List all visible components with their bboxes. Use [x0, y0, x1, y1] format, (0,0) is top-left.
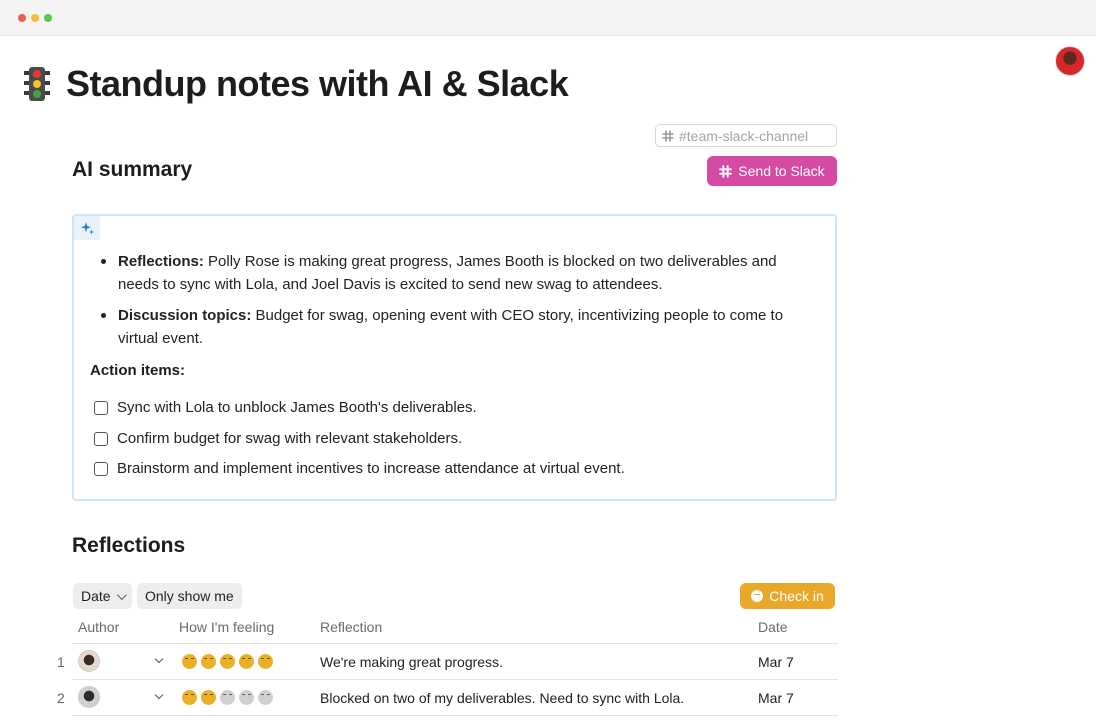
sparkle-icon[interactable]	[74, 216, 100, 240]
minimize-window-button[interactable]	[31, 14, 39, 22]
chevron-down-icon[interactable]	[154, 654, 164, 664]
bullet-label: Discussion topics:	[118, 307, 252, 324]
row-number: 1	[57, 654, 65, 670]
column-header-reflection[interactable]: Reflection	[320, 619, 382, 635]
traffic-light-icon	[24, 67, 50, 101]
action-item: Brainstorm and implement incentives to i…	[94, 460, 625, 477]
feeling-rating	[182, 690, 273, 705]
ai-summary-heading: AI summary	[72, 158, 193, 181]
check-in-button[interactable]: Check in	[740, 583, 835, 609]
action-item-text: Brainstorm and implement incentives to i…	[117, 460, 625, 477]
user-avatar[interactable]	[1055, 46, 1085, 76]
chevron-down-icon	[116, 589, 127, 600]
author-avatar[interactable]	[78, 686, 100, 708]
slack-icon	[719, 164, 733, 178]
slack-channel-placeholder: #team-slack-channel	[679, 127, 809, 144]
feeling-face-icon[interactable]	[220, 690, 235, 705]
action-item-text: Confirm budget for swag with relevant st…	[117, 430, 463, 447]
action-checkbox[interactable]	[94, 461, 108, 476]
date-filter-label: Date	[81, 588, 111, 604]
feeling-face-icon[interactable]	[258, 690, 273, 705]
column-header-feeling[interactable]: How I'm feeling	[179, 619, 274, 635]
summary-bullet: Discussion topics: Budget for swag, open…	[98, 304, 818, 350]
send-to-slack-button[interactable]: Send to Slack	[707, 156, 837, 186]
feeling-rating	[182, 654, 273, 669]
bullet-label: Reflections:	[118, 253, 204, 270]
reflections-heading: Reflections	[72, 534, 186, 557]
only-show-me-filter[interactable]: Only show me	[137, 583, 242, 609]
feeling-face-icon[interactable]	[182, 654, 197, 669]
action-checkbox[interactable]	[94, 431, 108, 446]
feeling-face-icon[interactable]	[201, 690, 216, 705]
date-filter-button[interactable]: Date	[73, 583, 132, 609]
action-item-text: Sync with Lola to unblock James Booth's …	[117, 399, 477, 416]
table-divider	[72, 643, 838, 644]
table-divider	[72, 679, 838, 680]
chevron-down-icon[interactable]	[154, 690, 164, 700]
bullet-text: Polly Rose is making great progress, Jam…	[118, 253, 777, 293]
reflection-text: We're making great progress.	[320, 654, 503, 670]
feeling-face-icon[interactable]	[239, 654, 254, 669]
table-divider	[72, 715, 838, 716]
ai-summary-box: Reflections: Polly Rose is making great …	[72, 214, 837, 501]
feeling-face-icon[interactable]	[220, 654, 235, 669]
reflection-date: Mar 7	[758, 690, 794, 706]
slack-icon	[662, 129, 674, 142]
action-checkbox[interactable]	[94, 400, 108, 415]
send-to-slack-label: Send to Slack	[738, 163, 825, 179]
window-titlebar	[0, 0, 1096, 36]
reflection-text: Blocked on two of my deliverables. Need …	[320, 690, 685, 706]
author-avatar[interactable]	[78, 650, 100, 672]
action-items-heading: Action items:	[90, 362, 186, 379]
column-header-author[interactable]: Author	[78, 619, 119, 635]
smiley-icon	[751, 590, 764, 602]
reflection-date: Mar 7	[758, 654, 794, 670]
row-number: 2	[57, 690, 65, 706]
summary-bullet-list: Reflections: Polly Rose is making great …	[98, 250, 818, 358]
maximize-window-button[interactable]	[44, 14, 52, 22]
action-item: Confirm budget for swag with relevant st…	[94, 430, 462, 447]
check-in-label: Check in	[769, 588, 824, 604]
close-window-button[interactable]	[18, 14, 26, 22]
only-show-me-label: Only show me	[145, 588, 234, 604]
feeling-face-icon[interactable]	[239, 690, 254, 705]
action-item: Sync with Lola to unblock James Booth's …	[94, 399, 477, 416]
summary-bullet: Reflections: Polly Rose is making great …	[98, 250, 818, 296]
feeling-face-icon[interactable]	[182, 690, 197, 705]
slack-channel-input[interactable]: #team-slack-channel	[655, 124, 837, 147]
page-title: Standup notes with AI & Slack	[66, 63, 569, 104]
feeling-face-icon[interactable]	[201, 654, 216, 669]
column-header-date[interactable]: Date	[758, 619, 788, 635]
feeling-face-icon[interactable]	[258, 654, 273, 669]
